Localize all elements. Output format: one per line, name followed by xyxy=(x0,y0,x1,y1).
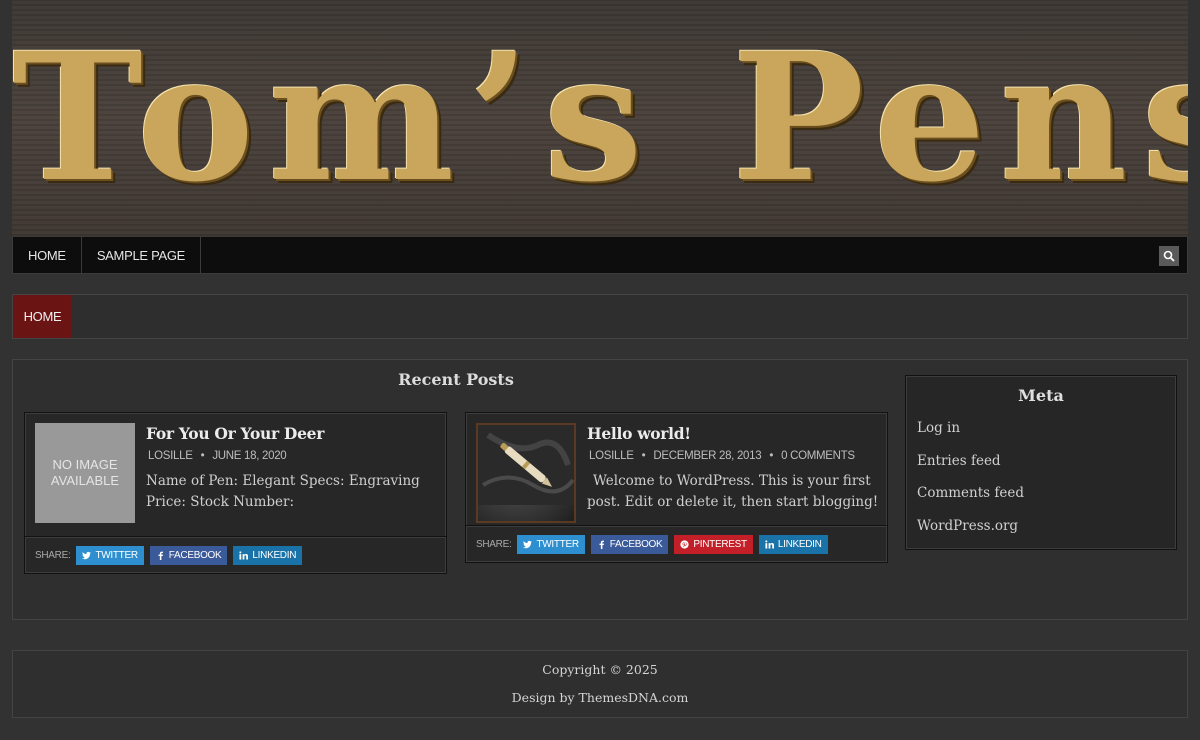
post-excerpt: Name of Pen: Elegant Specs: Engraving Pr… xyxy=(146,473,420,510)
post-date[interactable]: JUNE 18, 2020 xyxy=(212,450,286,462)
header-banner[interactable]: Tom’s Pens xyxy=(12,0,1188,236)
linkedin-icon xyxy=(239,551,249,560)
share-facebook-label: FACEBOOK xyxy=(168,550,222,561)
share-facebook-label: FACEBOOK xyxy=(609,539,663,550)
meta-link-comments-feed[interactable]: Comments feed xyxy=(917,485,1024,501)
share-twitter-label: TWITTER xyxy=(536,539,579,550)
meta-separator: • xyxy=(641,450,646,462)
post-meta: LOSILLE • JUNE 18, 2020 xyxy=(148,450,287,462)
share-bar: SHARE: TWITTER FACEBOOK PINTEREST LINKED… xyxy=(466,525,887,563)
search-icon xyxy=(1163,250,1175,262)
pen-image-icon xyxy=(478,425,574,505)
pinterest-icon xyxy=(680,540,690,549)
share-linkedin-label: LINKEDIN xyxy=(777,539,822,550)
share-pinterest-label: PINTEREST xyxy=(693,539,747,550)
post-thumbnail-pen-image[interactable] xyxy=(476,423,576,523)
post-author[interactable]: LOSILLE xyxy=(148,450,193,462)
post-title[interactable]: For You Or Your Deer xyxy=(146,424,324,443)
post-meta: LOSILLE • DECEMBER 28, 2013 • 0 COMMENTS xyxy=(589,450,855,462)
post-title[interactable]: Hello world! xyxy=(587,424,691,443)
share-bar: SHARE: TWITTER FACEBOOK LINKEDIN xyxy=(25,536,446,574)
footer-credit-link[interactable]: Design by ThemesDNA.com xyxy=(13,690,1187,705)
meta-widget-title: Meta xyxy=(1018,386,1064,405)
site-title[interactable]: Tom’s Pens xyxy=(12,8,1188,228)
meta-link-entries-feed[interactable]: Entries feed xyxy=(917,453,1001,469)
meta-separator: • xyxy=(200,450,205,462)
site-footer: Copyright © 2025 Design by ThemesDNA.com xyxy=(12,650,1188,718)
secondary-nav-home[interactable]: HOME xyxy=(13,295,72,338)
facebook-icon xyxy=(599,540,604,549)
share-linkedin-label: LINKEDIN xyxy=(252,550,297,561)
meta-widget: Meta Log in Entries feed Comments feed W… xyxy=(905,375,1177,550)
share-pinterest-button[interactable]: PINTEREST xyxy=(674,535,753,554)
post-card: Hello world! LOSILLE • DECEMBER 28, 2013… xyxy=(465,412,888,563)
facebook-icon xyxy=(158,551,163,560)
meta-link-wordpress-org[interactable]: WordPress.org xyxy=(917,518,1018,534)
post-author[interactable]: LOSILLE xyxy=(589,450,634,462)
nav-item-home[interactable]: HOME xyxy=(13,237,82,273)
post-excerpt-text: Welcome to WordPress. This is your first… xyxy=(587,473,879,510)
share-linkedin-button[interactable]: LINKEDIN xyxy=(758,535,828,554)
share-twitter-button[interactable]: TWITTER xyxy=(76,546,144,565)
primary-nav: HOME SAMPLE PAGE xyxy=(12,236,1188,274)
twitter-icon xyxy=(523,540,533,549)
search-button[interactable] xyxy=(1159,246,1179,266)
post-thumbnail-placeholder[interactable]: NO IMAGE AVAILABLE xyxy=(35,423,135,523)
footer-copyright: Copyright © 2025 xyxy=(542,662,658,677)
main-content: Recent Posts NO IMAGE AVAILABLE For You … xyxy=(12,359,1188,620)
post-comments-link[interactable]: 0 COMMENTS xyxy=(781,450,855,462)
share-linkedin-button[interactable]: LINKEDIN xyxy=(233,546,303,565)
post-date[interactable]: DECEMBER 28, 2013 xyxy=(653,450,761,462)
share-facebook-button[interactable]: FACEBOOK xyxy=(590,535,669,554)
recent-posts-heading: Recent Posts xyxy=(398,370,514,389)
no-image-text: NO IMAGE AVAILABLE xyxy=(50,457,120,488)
share-twitter-button[interactable]: TWITTER xyxy=(517,535,585,554)
share-twitter-label: TWITTER xyxy=(95,550,138,561)
post-excerpt: Welcome to WordPress. This is your first… xyxy=(587,471,879,513)
share-label: SHARE: xyxy=(35,550,71,561)
twitter-icon xyxy=(82,551,92,560)
secondary-nav: HOME xyxy=(12,294,1188,339)
post-card: NO IMAGE AVAILABLE For You Or Your Deer … xyxy=(24,412,447,574)
nav-item-sample-page[interactable]: SAMPLE PAGE xyxy=(82,237,202,273)
share-label: SHARE: xyxy=(476,539,512,550)
share-facebook-button[interactable]: FACEBOOK xyxy=(149,546,228,565)
meta-separator: • xyxy=(769,450,774,462)
meta-link-log-in[interactable]: Log in xyxy=(917,420,960,436)
linkedin-icon xyxy=(765,540,774,549)
